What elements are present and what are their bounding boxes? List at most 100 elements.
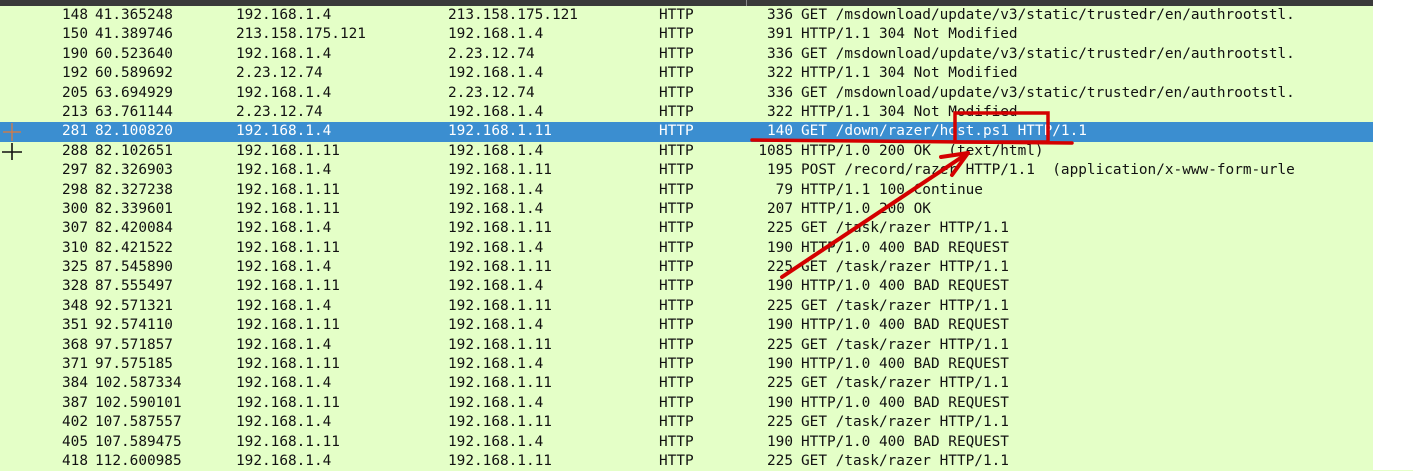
packet-time: 102.587334	[95, 375, 182, 392]
table-row[interactable]: 384 102.587334 192.168.1.4 192.168.1.11 HTTP…	[0, 374, 1373, 393]
packet-source: 192.168.1.4	[236, 123, 332, 140]
packet-destination: 192.168.1.4	[448, 142, 544, 159]
packet-destination: 192.168.1.4	[448, 200, 544, 217]
packet-destination: 192.168.1.11	[448, 297, 552, 314]
table-row[interactable]: 205 63.694929 192.168.1.4 2.23.12.74 HTTP 336…	[0, 84, 1373, 103]
packet-protocol: HTTP	[659, 142, 694, 159]
packet-source: 2.23.12.74	[236, 103, 323, 120]
packet-info: HTTP/1.0 400 BAD REQUEST	[801, 394, 1009, 411]
packet-info: GET /down/razer/host.ps1 HTTP/1.1	[801, 123, 1087, 140]
packet-length: 225	[767, 414, 793, 431]
packet-info: GET /msdownload/update/v3/static/trusted…	[801, 7, 1295, 23]
table-row[interactable]: 310 82.421522 192.168.1.11 192.168.1.4 HTTP 1…	[0, 239, 1373, 258]
packet-length: 190	[767, 317, 793, 334]
packet-number: 368	[62, 336, 88, 353]
table-row[interactable]: 192 60.589692 2.23.12.74 192.168.1.4 HTTP 322…	[0, 64, 1373, 83]
packet-info: GET /msdownload/update/v3/static/trusted…	[801, 45, 1295, 62]
packet-time: 92.574110	[95, 317, 173, 334]
table-row[interactable]: 325 87.545890 192.168.1.4 192.168.1.11 HTTP 2…	[0, 258, 1373, 277]
table-row[interactable]: 328 87.555497 192.168.1.11 192.168.1.4 HTTP 1…	[0, 277, 1373, 296]
table-row[interactable]: 300 82.339601 192.168.1.11 192.168.1.4 HTTP 2…	[0, 200, 1373, 219]
table-row[interactable]: 190 60.523640 192.168.1.4 2.23.12.74 HTTP 336…	[0, 45, 1373, 64]
packet-time: 41.365248	[95, 7, 173, 23]
packet-info: HTTP/1.0 400 BAD REQUEST	[801, 317, 1009, 334]
packet-number: 205	[62, 84, 88, 101]
packet-protocol: HTTP	[659, 452, 694, 469]
packet-length: 190	[767, 433, 793, 450]
packet-info: HTTP/1.1 304 Not Modified	[801, 103, 1018, 120]
packet-time: 107.587557	[95, 414, 182, 431]
table-row-selected[interactable]: 281 82.100820 192.168.1.4 192.168.1.11 HTTP 1…	[0, 122, 1373, 142]
packet-protocol: HTTP	[659, 259, 694, 276]
packet-source: 192.168.1.4	[236, 259, 332, 276]
packet-destination: 192.168.1.11	[448, 375, 552, 392]
packet-destination: 192.168.1.4	[448, 356, 544, 373]
packet-protocol: HTTP	[659, 336, 694, 353]
packet-protocol: HTTP	[659, 65, 694, 82]
packet-number: 402	[62, 414, 88, 431]
packet-destination: 213.158.175.121	[448, 7, 578, 23]
packet-protocol: HTTP	[659, 375, 694, 392]
table-row[interactable]: 150 41.389746 213.158.175.121 192.168.1.4 HT…	[0, 25, 1373, 44]
packet-destination: 192.168.1.4	[448, 239, 544, 256]
packet-time: 82.421522	[95, 239, 173, 256]
packet-time: 60.523640	[95, 45, 173, 62]
packet-number: 405	[62, 433, 88, 450]
table-row[interactable]: 368 97.571857 192.168.1.4 192.168.1.11 HTTP 2…	[0, 336, 1373, 355]
table-row[interactable]: 213 63.761144 2.23.12.74 192.168.1.4 HTTP 322…	[0, 103, 1373, 122]
packet-destination: 192.168.1.11	[448, 123, 552, 140]
packet-protocol: HTTP	[659, 433, 694, 450]
table-row[interactable]: 298 82.327238 192.168.1.11 192.168.1.4 HTTP 7…	[0, 181, 1373, 200]
packet-protocol: HTTP	[659, 278, 694, 295]
packet-source: 192.168.1.11	[236, 278, 340, 295]
packet-number: 325	[62, 259, 88, 276]
packet-protocol: HTTP	[659, 45, 694, 62]
packet-protocol: HTTP	[659, 26, 694, 43]
packet-source: 192.168.1.4	[236, 84, 332, 101]
packet-info: HTTP/1.0 400 BAD REQUEST	[801, 278, 1009, 295]
packet-info: HTTP/1.0 200 OK	[801, 200, 931, 217]
table-row[interactable]: 348 92.571321 192.168.1.4 192.168.1.11 HTTP 2…	[0, 297, 1373, 316]
packet-number: 310	[62, 239, 88, 256]
table-row[interactable]: 405 107.589475 192.168.1.11 192.168.1.4 HTTP…	[0, 433, 1373, 452]
table-row[interactable]: 351 92.574110 192.168.1.11 192.168.1.4 HTTP 1…	[0, 316, 1373, 335]
packet-info: GET /task/razer HTTP/1.1	[801, 336, 1009, 353]
packet-info: GET /task/razer HTTP/1.1	[801, 259, 1009, 276]
packet-number: 148	[62, 7, 88, 23]
packet-number: 150	[62, 26, 88, 43]
packet-protocol: HTTP	[659, 414, 694, 431]
packet-source: 192.168.1.4	[236, 7, 332, 23]
packet-source: 192.168.1.4	[236, 375, 332, 392]
packet-list[interactable]: 148 41.365248 192.168.1.4 213.158.175.121 HT…	[0, 6, 1373, 471]
packet-number: 300	[62, 200, 88, 217]
table-row[interactable]: 402 107.587557 192.168.1.4 192.168.1.11 HTTP…	[0, 413, 1373, 432]
packet-info: HTTP/1.0 400 BAD REQUEST	[801, 356, 1009, 373]
packet-info: POST /record/razer HTTP/1.1 (application…	[801, 162, 1295, 179]
packet-number: 281	[62, 123, 88, 140]
table-row[interactable]: 148 41.365248 192.168.1.4 213.158.175.121 HT…	[0, 6, 1373, 25]
packet-time: 63.694929	[95, 84, 173, 101]
packet-destination: 192.168.1.4	[448, 433, 544, 450]
packet-length: 225	[767, 336, 793, 353]
packet-source: 192.168.1.11	[236, 433, 340, 450]
packet-destination: 192.168.1.4	[448, 181, 544, 198]
packet-source: 192.168.1.4	[236, 162, 332, 179]
packet-protocol: HTTP	[659, 123, 694, 140]
packet-length: 190	[767, 239, 793, 256]
scrollbar[interactable]	[1373, 0, 1413, 470]
table-row[interactable]: 307 82.420084 192.168.1.4 192.168.1.11 HTTP 2…	[0, 219, 1373, 238]
packet-length: 195	[767, 162, 793, 179]
packet-time: 63.761144	[95, 103, 173, 120]
packet-source: 192.168.1.11	[236, 356, 340, 373]
table-row[interactable]: 297 82.326903 192.168.1.4 192.168.1.11 HTTP 1…	[0, 161, 1373, 180]
packet-protocol: HTTP	[659, 84, 694, 101]
packet-time: 82.339601	[95, 200, 173, 217]
packet-info: HTTP/1.0 400 BAD REQUEST	[801, 239, 1009, 256]
table-row[interactable]: 387 102.590101 192.168.1.11 192.168.1.4 HTTP…	[0, 394, 1373, 413]
table-row[interactable]: 418 112.600985 192.168.1.4 192.168.1.11 HTTP…	[0, 452, 1373, 471]
packet-number: 348	[62, 297, 88, 314]
table-row[interactable]: 371 97.575185 192.168.1.11 192.168.1.4 HTTP 1…	[0, 355, 1373, 374]
table-row[interactable]: 288 82.102651 192.168.1.11 192.168.1.4 HTTP 1…	[0, 142, 1373, 161]
packet-source: 192.168.1.11	[236, 317, 340, 334]
packet-length: 391	[767, 26, 793, 43]
